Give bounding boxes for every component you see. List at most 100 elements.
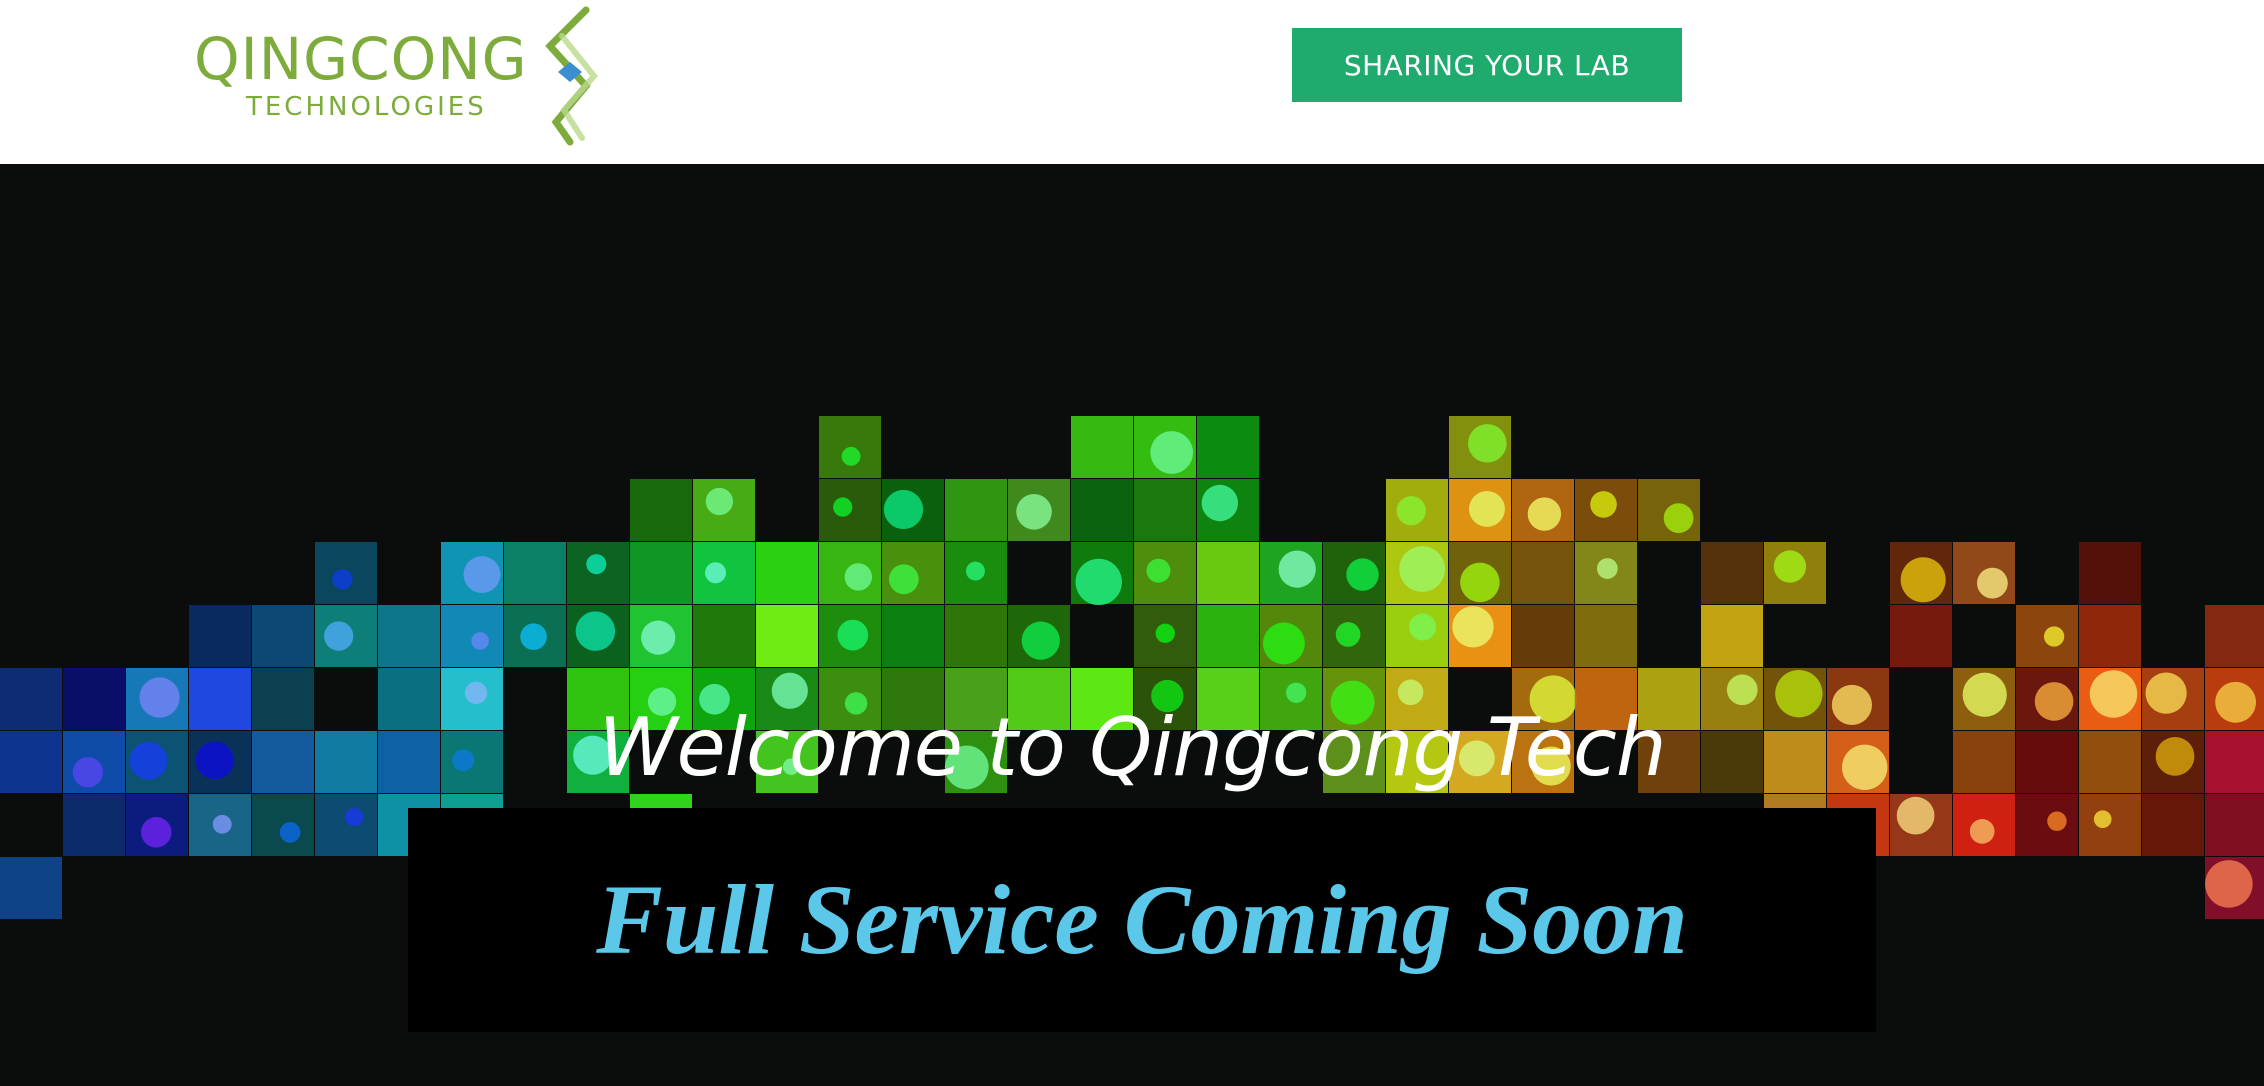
mosaic-cell (844, 563, 873, 591)
mosaic-cell (1262, 622, 1305, 665)
mosaic-tile (1512, 542, 1574, 604)
mosaic-cell (464, 681, 488, 705)
mosaic-tile (63, 794, 125, 856)
mosaic-cell (1590, 491, 1617, 518)
mosaic-tile (2016, 794, 2078, 856)
mosaic-tile (630, 479, 692, 541)
mosaic-cell (345, 808, 364, 827)
mosaic-cell (2047, 811, 2067, 831)
mosaic-cell (1969, 819, 1995, 844)
mosaic-cell (2043, 626, 2065, 647)
mosaic-tile (882, 605, 944, 667)
mosaic-cell (586, 554, 607, 575)
mosaic-cell (1726, 674, 1758, 706)
mosaic-cell (888, 564, 919, 595)
mosaic-tile (1512, 605, 1574, 667)
mosaic-tile (2079, 605, 2141, 667)
mosaic-cell (837, 619, 869, 651)
mosaic-cell (1016, 494, 1052, 530)
mosaic-cell (966, 561, 985, 581)
mosaic-cell (1900, 557, 1946, 603)
dna-helix-icon (545, 6, 598, 146)
mosaic-cell (1201, 484, 1239, 522)
mosaic-cell (141, 817, 172, 848)
mosaic-cell (463, 556, 501, 594)
mosaic-tile (1197, 416, 1259, 478)
mosaic-cell (1396, 496, 1426, 526)
mosaic-tile (1701, 605, 1763, 667)
mosaic-cell (883, 489, 924, 530)
mosaic-cell (641, 620, 676, 655)
mosaic-cell (520, 623, 547, 650)
logo-tagline: TECHNOLOGIES (246, 92, 487, 122)
site-header: QINGCONG TECHNOLOGIES SHARING YOUR LAB (0, 0, 2264, 164)
mosaic-cell (1773, 550, 1807, 583)
welcome-heading: Welcome to Qingcong Tech (598, 701, 1666, 794)
mosaic-cell (1346, 558, 1379, 591)
mosaic-cell (1460, 562, 1500, 603)
mosaic-cell (1021, 621, 1060, 660)
mosaic-cell (1896, 796, 1935, 835)
mosaic-cell (1663, 503, 1694, 533)
notice-box: Full Service Coming Soon (408, 808, 1876, 1032)
mosaic-cell (1469, 490, 1505, 527)
mosaic-tile (2079, 794, 2141, 856)
mosaic-cell (2205, 860, 2253, 908)
mosaic-tile (756, 605, 818, 667)
mosaic-tile (378, 605, 440, 667)
mosaic-tile (756, 542, 818, 604)
mosaic-cell (1286, 682, 1307, 703)
mosaic-cell (2093, 810, 2112, 828)
mosaic-tile (315, 794, 377, 856)
mosaic-cell (705, 562, 727, 584)
mosaic-tile (441, 605, 503, 667)
mosaic-cell (1409, 613, 1437, 641)
mosaic-tile (2205, 605, 2264, 667)
mosaic-tile (1701, 542, 1763, 604)
mosaic-tile (693, 605, 755, 667)
mosaic-cell (332, 569, 353, 590)
mosaic-tile (1890, 605, 1952, 667)
mosaic-cell (1146, 558, 1171, 583)
sharing-your-lab-button[interactable]: SHARING YOUR LAB (1292, 28, 1682, 102)
mosaic-cell (279, 822, 301, 843)
mosaic-cell (841, 446, 861, 466)
mosaic-tile (1071, 479, 1133, 541)
mosaic-cell (1527, 497, 1562, 531)
mosaic-tile (0, 857, 62, 919)
mosaic-tile (2205, 794, 2264, 856)
mosaic-tile (630, 542, 692, 604)
mosaic-tile (2079, 542, 2141, 604)
mosaic-tile (1071, 416, 1133, 478)
mosaic-tile (1134, 479, 1196, 541)
company-logo[interactable]: QINGCONG TECHNOLOGIES (190, 6, 610, 146)
mosaic-cell (1335, 622, 1361, 647)
mosaic-tile (945, 605, 1007, 667)
mosaic-cell (1977, 567, 2008, 599)
mosaic-cell (1596, 558, 1618, 579)
mosaic-tile (252, 605, 314, 667)
mosaic-tile (2142, 794, 2204, 856)
mosaic-cell (324, 621, 354, 651)
mosaic-cell (575, 611, 616, 651)
mosaic-cell (1150, 431, 1194, 474)
mosaic-cell (471, 632, 489, 650)
mosaic-tile (945, 479, 1007, 541)
hero-banner: Welcome to Qingcong Tech Full Service Co… (0, 164, 2264, 1086)
mosaic-cell (833, 497, 853, 517)
mosaic-cell (1155, 623, 1175, 643)
mosaic-cell (1278, 550, 1316, 588)
mosaic-cell (1468, 424, 1507, 463)
mosaic-cell (212, 814, 232, 834)
mosaic-tile (1197, 605, 1259, 667)
mosaic-cell (1452, 606, 1494, 648)
mosaic-tile (1197, 542, 1259, 604)
mosaic-cell (1075, 558, 1122, 606)
mosaic-cell (705, 487, 734, 516)
mosaic-tile (1575, 605, 1637, 667)
coming-soon-heading: Full Service Coming Soon (596, 864, 1688, 975)
logo-wordmark: QINGCONG (194, 25, 528, 93)
mosaic-tile (504, 542, 566, 604)
mosaic-cell (1399, 546, 1446, 592)
mosaic-tile (189, 605, 251, 667)
